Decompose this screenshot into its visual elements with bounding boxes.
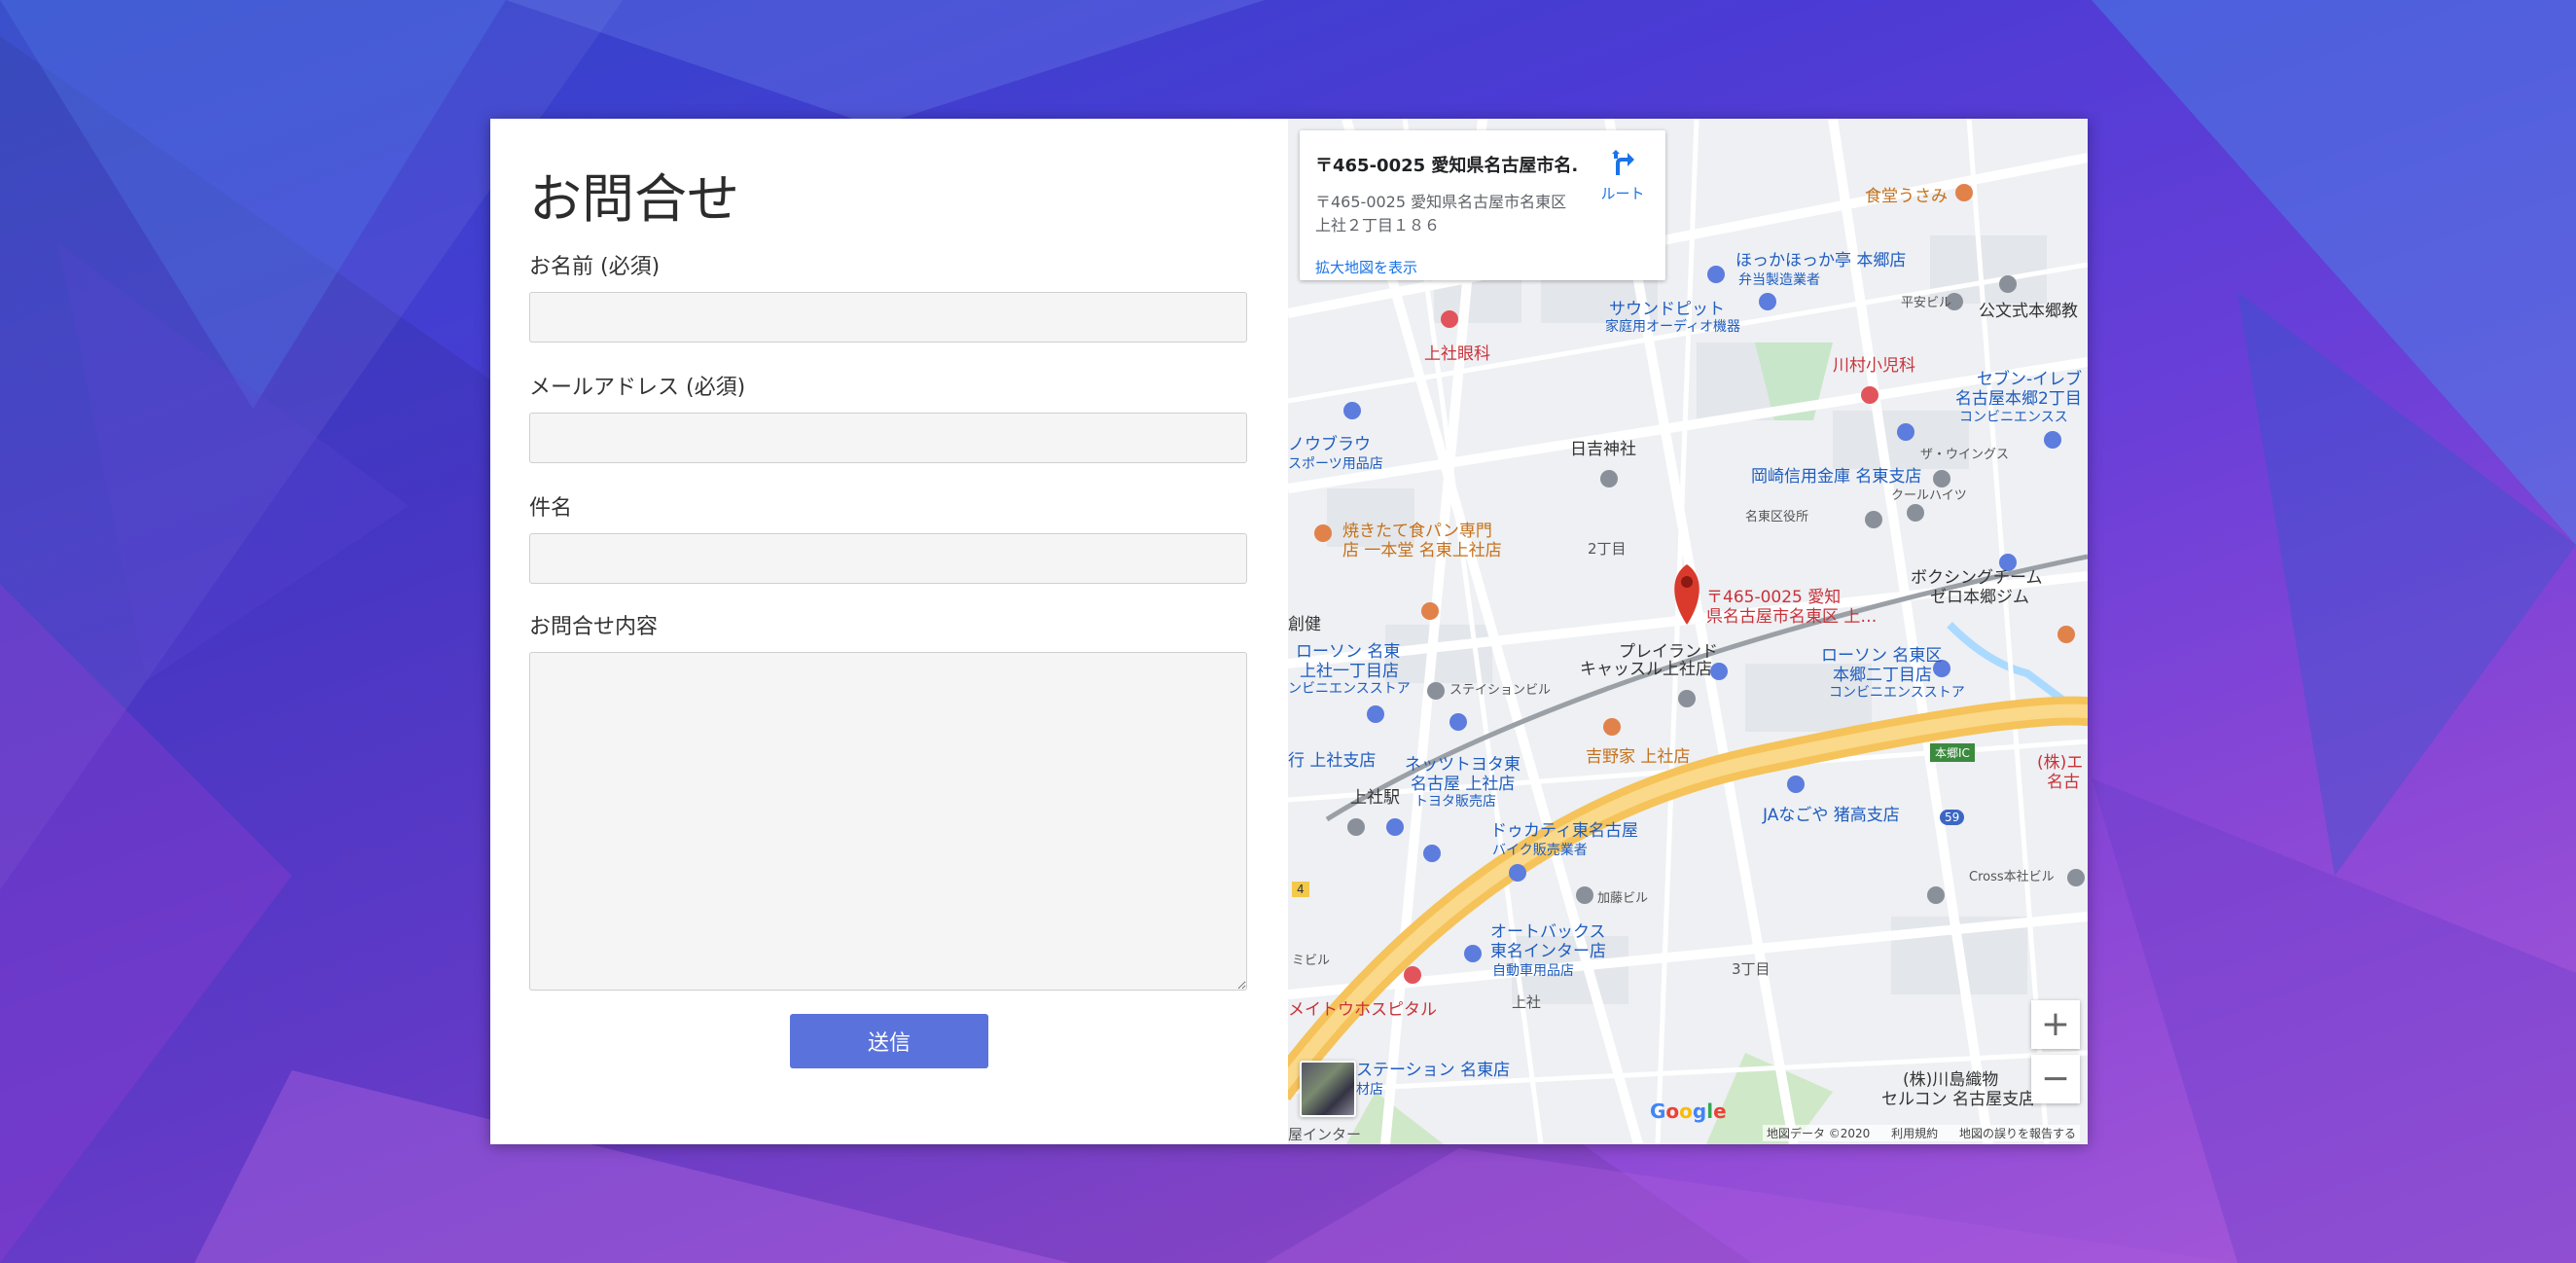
subject-field[interactable] [529,533,1247,584]
satellite-toggle[interactable] [1300,1061,1356,1117]
poi-label: 59 [1940,810,1965,825]
poi-label: クールハイツ [1891,488,1967,503]
poi-label: 4 [1292,882,1309,897]
poi-label: セブン-イレブ [1977,370,2083,389]
poi-label: ローソン 名東区 [1821,646,1943,666]
contact-card: お問合せ お名前 (必須) メールアドレス (必須) 件名 お問合せ内容 送信 [490,119,2088,1144]
poi-label: ほっかほっか亭 本郷店 [1735,251,1907,271]
poi-label: 名古 [2047,773,2080,792]
zoom-in-button[interactable]: + [2031,1000,2080,1049]
zoom-out-button[interactable]: − [2031,1055,2080,1103]
poi-label: 行 上社支店 [1288,751,1377,771]
poi-label: コンビニエンスストア [1829,685,1965,701]
poi-label: ンビニエンスストア [1288,681,1411,697]
poi-label: オートバックス [1490,922,1606,942]
poi-label: 本郷二丁目店 [1833,666,1932,685]
poi-label: 上社一丁目店 [1300,662,1399,681]
view-larger-map-link[interactable]: 拡大地図を表示 [1315,257,1417,277]
poi-label: 東名インター店 [1490,942,1606,961]
page-title: お問合せ [529,168,739,230]
poi-label: メイトウホスピタル [1288,1000,1437,1020]
poi-label: 創健 [1288,615,1321,634]
poi-label: ステイションビル [1449,683,1552,698]
poi-label: 材店 [1356,1082,1383,1098]
contact-form: お問合せ お名前 (必須) メールアドレス (必須) 件名 お問合せ内容 送信 [490,119,1288,1144]
poi-label: 上社眼科 [1424,344,1490,364]
google-logo: Google [1650,1100,1727,1123]
poi-label: ノウブラウ [1288,435,1371,454]
poi-label: 3丁目 [1732,960,1771,978]
marker-label: 県名古屋市名東区 上… [1706,607,1878,627]
poi-label: プレイランド [1619,642,1718,662]
poi-label: 川村小児科 [1833,356,1915,376]
report-error-link[interactable]: 地図の誤りを報告する [1959,1127,2076,1140]
poi-label: スポーツ用品店 [1288,456,1383,472]
directions-icon [1612,150,1634,175]
poi-label: トヨタ販売店 [1414,794,1496,810]
email-label: メールアドレス (必須) [529,376,746,400]
name-field[interactable] [529,292,1247,343]
poi-label: 平安ビル [1901,296,1952,310]
poi-label: 名古屋本郷2丁目 [1955,389,2082,409]
poi-label: ゼロ本郷ジム [1930,588,2029,607]
poi-label: 屋インター [1288,1126,1362,1143]
poi-label: サウンドピット [1609,300,1725,319]
poi-label: ドゥカティ東名古屋 [1490,821,1638,841]
poi-label: 公文式本郷教 [1979,302,2078,321]
poi-label: 本郷IC [1930,743,1975,762]
poi-label: 食堂うさみ [1865,187,1948,206]
poi-label: 名東区役所 [1745,510,1809,524]
marker-label: 〒465-0025 愛知 [1706,588,1842,607]
map-data-credit: 地図データ ©2020 [1766,1127,1871,1140]
poi-label: ローソン 名東 [1296,642,1401,662]
poi-label: 家庭用オーディオ機器 [1605,319,1741,335]
poi-label: (株)エ [2037,753,2084,773]
poi-label: JAなごや 猪高支店 [1763,806,1900,825]
map-attribution: 地図データ ©2020 利用規約 地図の誤りを報告する [1762,1125,2080,1141]
submit-button[interactable]: 送信 [790,1014,988,1068]
poi-label: 上社駅 [1350,788,1400,808]
poi-label: 日吉神社 [1570,440,1636,459]
poi-label: コンビニエンスス [1959,410,2068,425]
poi-label: ネッツトヨタ東 [1405,755,1521,775]
poi-label: 上社 [1512,993,1542,1011]
poi-label: ザ・ウイングス [1920,448,2010,462]
map-info-card: 〒465-0025 愛知県名古屋市名... 〒465-0025 愛知県名古屋市名… [1300,130,1665,280]
poi-label: ミビル [1292,954,1331,968]
poi-label: 2丁目 [1588,540,1627,558]
message-label: お問合せ内容 [529,615,659,639]
info-address: 〒465-0025 愛知県名古屋市名東区上社２丁目１８６ [1315,193,1567,235]
poi-label: バイク販売業者 [1492,843,1588,858]
poi-label: 岡崎信用金庫 名東支店 [1751,467,1922,487]
poi-label: 加藤ビル [1597,891,1649,906]
poi-label: 名古屋 上社店 [1411,775,1516,794]
poi-label: 店 一本堂 名東上社店 [1342,541,1502,560]
poi-label: (株)川島織物 [1903,1070,1999,1090]
poi-label: 吉野家 上社店 [1586,747,1691,767]
poi-label: Cross本社ビル [1969,870,2055,884]
poi-label: キャッスル上社店 [1580,660,1712,679]
info-title: 〒465-0025 愛知県名古屋市名... [1315,156,1578,176]
location-marker-icon[interactable] [1675,562,1697,592]
name-label: お名前 (必須) [529,255,661,279]
directions-label: ルート [1600,185,1645,202]
subject-label: 件名 [529,496,573,521]
poi-label: ボクシングチーム [1911,568,2043,588]
poi-label: 自動車用品店 [1492,963,1574,979]
poi-label: セルコン 名古屋支店 [1881,1090,2036,1109]
terms-link[interactable]: 利用規約 [1891,1127,1938,1140]
poi-label: ステーション 名東店 [1356,1061,1511,1080]
message-field[interactable] [529,652,1247,991]
directions-button[interactable]: ルート [1593,148,1652,203]
embedded-map[interactable]: 食堂うさみ ほっかほっか亭 本郷店 弁当製造業者 平安ビル 公文式本郷教 サウン… [1288,119,2088,1144]
poi-label: 弁当製造業者 [1738,272,1820,288]
poi-label: 焼きたて食パン専門 [1342,522,1492,541]
email-field[interactable] [529,413,1247,463]
